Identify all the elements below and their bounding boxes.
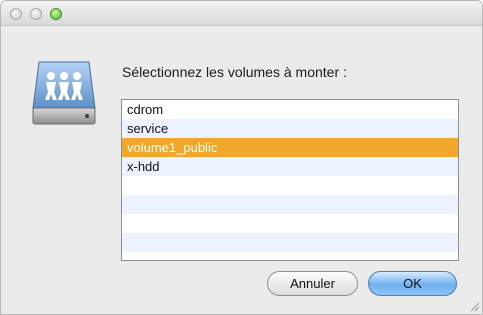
list-item (122, 195, 458, 214)
network-drive-icon (32, 61, 96, 125)
mount-volumes-dialog: Sélectionnez les volumes à monter : cdro… (0, 0, 483, 315)
title-bar[interactable] (1, 1, 482, 26)
list-item[interactable]: x-hdd (122, 157, 458, 176)
minimize-icon[interactable] (30, 8, 42, 20)
list-item[interactable]: service (122, 119, 458, 138)
list-item (122, 233, 458, 252)
dialog-prompt: Sélectionnez les volumes à monter : (122, 64, 347, 80)
cancel-button[interactable]: Annuler (267, 271, 358, 296)
zoom-icon[interactable] (50, 8, 62, 20)
volume-list[interactable]: cdrom service volume1_public x-hdd (121, 99, 459, 261)
list-item (122, 176, 458, 195)
ok-button[interactable]: OK (368, 271, 457, 296)
list-item (122, 214, 458, 233)
list-item[interactable]: cdrom (122, 100, 458, 119)
list-item-selected[interactable]: volume1_public (122, 138, 458, 157)
resize-grip-icon[interactable] (468, 300, 480, 312)
close-icon[interactable] (10, 8, 22, 20)
